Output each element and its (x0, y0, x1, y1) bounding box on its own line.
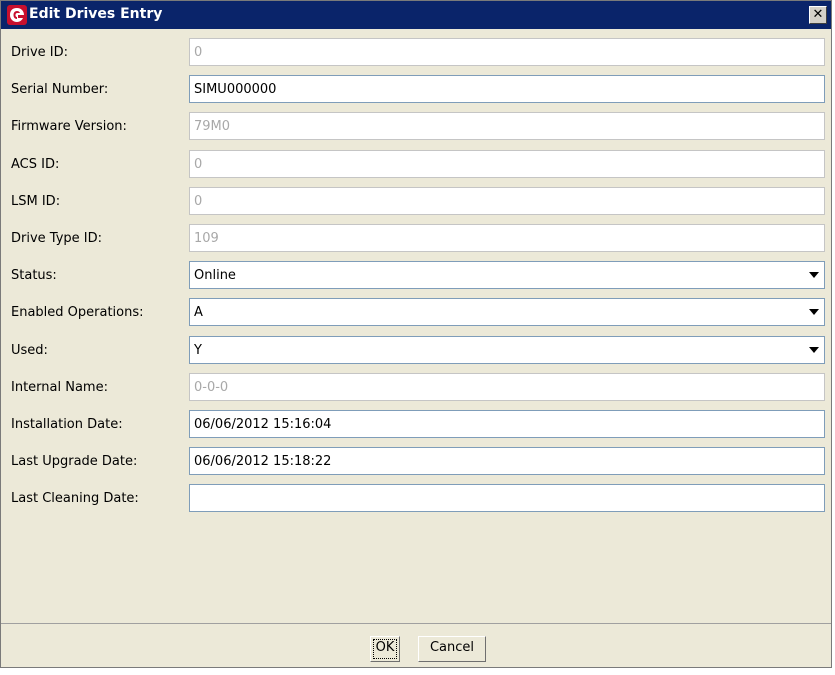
status-label: Status: (11, 268, 57, 283)
internal-name-field: 0-0-0 (189, 373, 825, 401)
row-enabled-operations: Enabled Operations: A (1, 297, 831, 329)
app-logo-icon (7, 5, 27, 25)
row-status: Status: Online (1, 260, 831, 292)
enabled-operations-value: A (194, 305, 203, 320)
row-last-upgrade-date: Last Upgrade Date: 06/06/2012 15:18:22 (1, 446, 831, 478)
close-icon: ✕ (812, 7, 824, 22)
drive-id-field: 0 (189, 38, 825, 66)
ok-button[interactable]: OK (370, 636, 400, 662)
used-dropdown[interactable]: Y (189, 336, 825, 364)
row-installation-date: Installation Date: 06/06/2012 15:16:04 (1, 409, 831, 441)
last-upgrade-date-label: Last Upgrade Date: (11, 454, 138, 469)
enabled-operations-dropdown[interactable]: A (189, 298, 825, 326)
window-title: Edit Drives Entry (29, 6, 163, 22)
row-serial-number: Serial Number: SIMU000000 (1, 74, 831, 106)
lsm-id-label: LSM ID: (11, 194, 61, 209)
button-bar: OK Cancel (1, 623, 831, 668)
serial-number-label: Serial Number: (11, 82, 109, 97)
status-value: Online (194, 268, 236, 283)
last-cleaning-date-field[interactable] (189, 484, 825, 512)
drive-type-id-label: Drive Type ID: (11, 231, 103, 246)
last-cleaning-date-label: Last Cleaning Date: (11, 491, 139, 506)
row-drive-type-id: Drive Type ID: 109 (1, 223, 831, 255)
acs-id-field: 0 (189, 150, 825, 178)
row-firmware-version: Firmware Version: 79M0 (1, 111, 831, 143)
acs-id-label: ACS ID: (11, 157, 60, 172)
chevron-down-icon[interactable] (809, 347, 819, 353)
installation-date-field[interactable]: 06/06/2012 15:16:04 (189, 410, 825, 438)
chevron-down-icon[interactable] (809, 272, 819, 278)
drive-type-id-field: 109 (189, 224, 825, 252)
row-acs-id: ACS ID: 0 (1, 149, 831, 181)
lsm-id-field: 0 (189, 187, 825, 215)
row-last-cleaning-date: Last Cleaning Date: (1, 483, 831, 515)
firmware-version-field: 79M0 (189, 112, 825, 140)
drive-id-label: Drive ID: (11, 45, 69, 60)
edit-drives-dialog: Edit Drives Entry ✕ Drive ID: 0 Serial N… (0, 0, 832, 668)
form-area: Drive ID: 0 Serial Number: SIMU000000 Fi… (1, 29, 831, 621)
used-label: Used: (11, 343, 48, 358)
row-used: Used: Y (1, 335, 831, 367)
enabled-operations-label: Enabled Operations: (11, 305, 144, 320)
last-upgrade-date-field[interactable]: 06/06/2012 15:18:22 (189, 447, 825, 475)
serial-number-field[interactable]: SIMU000000 (189, 75, 825, 103)
status-dropdown[interactable]: Online (189, 261, 825, 289)
row-internal-name: Internal Name: 0-0-0 (1, 372, 831, 404)
internal-name-label: Internal Name: (11, 380, 108, 395)
cancel-button[interactable]: Cancel (418, 636, 486, 662)
used-value: Y (194, 343, 202, 358)
close-button[interactable]: ✕ (809, 6, 827, 24)
title-bar[interactable]: Edit Drives Entry ✕ (1, 1, 831, 29)
row-lsm-id: LSM ID: 0 (1, 186, 831, 218)
installation-date-label: Installation Date: (11, 417, 123, 432)
row-drive-id: Drive ID: 0 (1, 37, 831, 69)
firmware-version-label: Firmware Version: (11, 119, 127, 134)
chevron-down-icon[interactable] (809, 309, 819, 315)
